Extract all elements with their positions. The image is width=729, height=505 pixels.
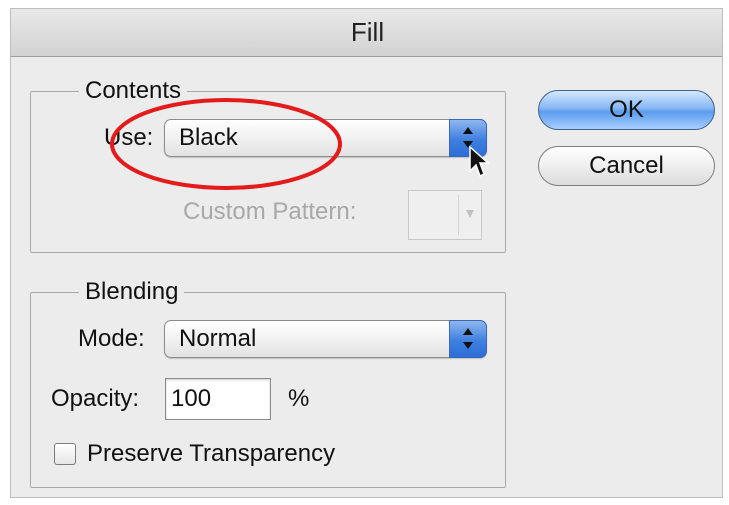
use-label: Use: [104,124,154,151]
custom-pattern-label: Custom Pattern: [183,198,357,225]
preserve-transparency-checkbox[interactable] [54,443,76,465]
fill-dialog: Fill Contents Use: Black Custom Pattern:… [10,8,723,498]
contents-legend: Contents [79,76,188,106]
title-bar[interactable]: Fill [11,9,722,57]
blending-legend: Blending [79,277,185,307]
custom-pattern-picker [408,190,482,240]
mode-label: Mode: [78,325,145,352]
up-down-stepper-icon[interactable] [449,320,487,358]
ok-button[interactable]: OK [538,90,715,130]
opacity-input[interactable]: 100 [165,378,271,420]
mode-dropdown-value: Normal [179,325,257,352]
dropdown-arrow-icon [466,210,474,218]
opacity-unit: % [288,385,310,412]
opacity-label: Opacity: [51,385,140,412]
preserve-transparency-label[interactable]: Preserve Transparency [87,439,335,469]
mode-dropdown[interactable]: Normal [164,320,487,358]
cancel-button[interactable]: Cancel [538,146,715,186]
opacity-value: 100 [171,385,212,412]
use-dropdown-value: Black [179,124,238,151]
mouse-pointer-icon [469,145,490,178]
window-title: Fill [350,17,385,47]
use-dropdown[interactable]: Black [164,119,487,157]
